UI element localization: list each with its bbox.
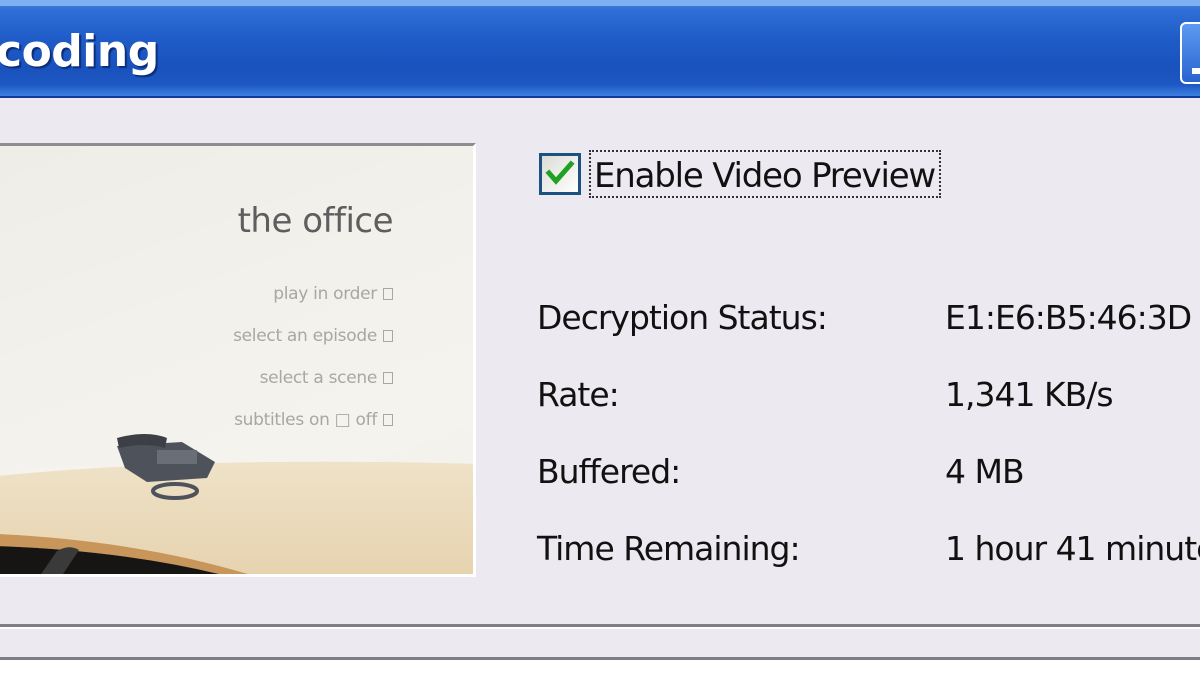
dvd-menu-title: the office: [237, 201, 394, 241]
rate-label: Rate:: [537, 375, 620, 414]
progress-track: [0, 660, 1200, 675]
dvd-menu-item: select an episode: [233, 326, 393, 346]
enable-video-preview-checkbox[interactable]: [539, 153, 581, 195]
decryption-status-value: E1:E6:B5:46:3D: [945, 298, 1192, 337]
buffered-label: Buffered:: [537, 452, 681, 491]
title-bar-button[interactable]: [1180, 22, 1200, 84]
dvd-menu-item: subtitles on □ off: [234, 410, 393, 430]
dvd-menu-item: select a scene: [260, 368, 393, 388]
buffered-value: 4 MB: [945, 452, 1025, 491]
dvd-menu-item: play in order: [273, 284, 393, 304]
rate-value: 1,341 KB/s: [945, 375, 1114, 414]
title-bar[interactable]: coding: [0, 0, 1200, 98]
time-remaining-label: Time Remaining:: [537, 529, 801, 568]
separator-highlight: [0, 627, 1200, 629]
checkmark-icon: [545, 160, 575, 185]
video-preview: the office play in order select an episo…: [0, 143, 476, 577]
decryption-status-label: Decryption Status:: [537, 298, 828, 337]
minimize-icon: [1192, 68, 1200, 74]
title-bar-highlight: [0, 0, 1200, 6]
enable-video-preview-label[interactable]: Enable Video Preview: [589, 150, 942, 198]
window-title: coding: [0, 26, 159, 77]
time-remaining-value: 1 hour 41 minutes: [945, 529, 1200, 568]
